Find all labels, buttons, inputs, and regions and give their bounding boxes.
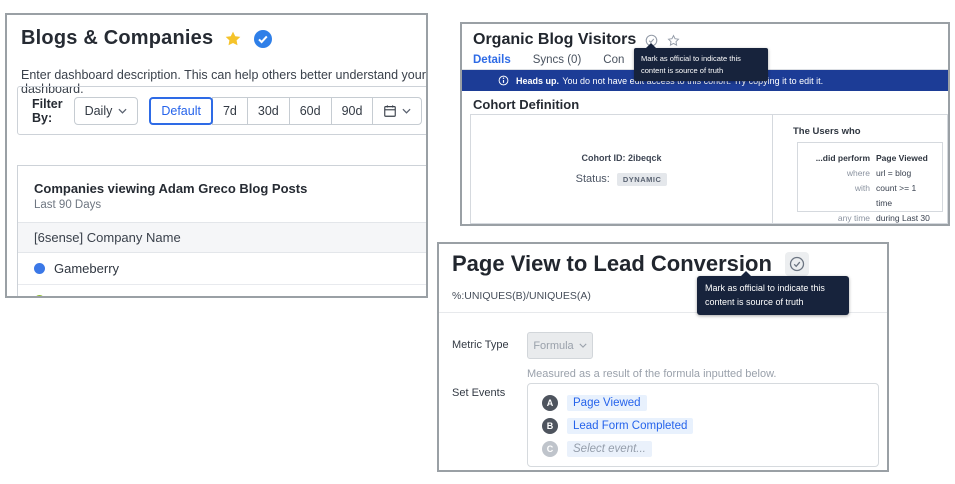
metric-type-help: Measured as a result of the formula inpu…	[527, 368, 776, 380]
range-default-button[interactable]: Default	[149, 97, 213, 125]
rule-label: ...did perform	[798, 151, 870, 166]
status-badge: DYNAMIC	[617, 173, 668, 186]
event-select[interactable]: Lead Form Completed	[567, 418, 693, 434]
cohort-definition-heading: Cohort Definition	[473, 97, 579, 112]
interval-value: Daily	[85, 104, 113, 118]
rule-row: any time during Last 30 days	[798, 211, 932, 226]
banner-lead: Heads up.	[516, 76, 559, 86]
metric-formula: %:UNIQUES(B)/UNIQUES(A)	[452, 290, 591, 302]
event-row: C Select event...	[542, 441, 878, 457]
table-column-header: [6sense] Company Name	[18, 222, 428, 253]
rules-box: ...did perform Page Viewed where url = b…	[797, 142, 943, 212]
event-letter-badge: B	[542, 418, 558, 434]
rule-row: ...did perform Page Viewed	[798, 151, 932, 166]
dashboard-header: Blogs & Companies	[21, 27, 273, 50]
company-name: AB180	[54, 293, 93, 298]
event-row: B Lead Form Completed	[542, 418, 878, 434]
cohort-rules: The Users who ...did perform Page Viewed…	[773, 115, 947, 223]
calendar-icon	[383, 104, 397, 118]
metric-title: Page View to Lead Conversion	[452, 251, 772, 277]
event-letter-badge: C	[542, 441, 558, 457]
dashboard-panel: Blogs & Companies Enter dashboard descri…	[5, 13, 428, 298]
metric-type-dropdown[interactable]: Formula	[527, 332, 593, 359]
metric-panel: Page View to Lead Conversion %:UNIQUES(B…	[437, 242, 889, 472]
filter-by-label: Filter By:	[32, 97, 63, 125]
set-events-label: Set Events	[452, 387, 505, 399]
range-30d-button[interactable]: 30d	[247, 97, 290, 125]
company-name: Gameberry	[54, 261, 119, 276]
series-dot	[34, 295, 45, 298]
cohort-meta: Cohort ID: 2ibeqck Status: DYNAMIC	[471, 115, 773, 223]
date-range-group: Default 7d 30d 60d 90d	[149, 97, 422, 125]
chevron-down-icon	[402, 108, 411, 114]
cohort-id-value: 2ibeqck	[628, 153, 662, 163]
rule-value: url = blog	[876, 166, 932, 181]
chevron-down-icon	[579, 343, 587, 348]
chart-subtitle: Last 90 Days	[34, 199, 428, 211]
favorite-star-outline-icon[interactable]	[667, 34, 680, 47]
cohort-definition-box: Cohort ID: 2ibeqck Status: DYNAMIC The U…	[470, 114, 948, 224]
cohort-id-label: Cohort ID:	[581, 153, 625, 163]
chart-card-header: Companies viewing Adam Greco Blog Posts …	[18, 166, 428, 222]
mark-official-icon[interactable]	[785, 252, 809, 276]
verified-badge-icon	[253, 29, 273, 49]
table-row[interactable]: Gameberry	[18, 253, 428, 285]
metric-type-label: Metric Type	[452, 339, 509, 351]
rule-value: during Last 30 days	[876, 211, 932, 226]
set-events-box: A Page Viewed B Lead Form Completed C Se…	[527, 383, 879, 467]
rule-label: with	[798, 181, 870, 211]
rule-row: with count >= 1 time	[798, 181, 932, 211]
rule-row: where url = blog	[798, 166, 932, 181]
cohort-id: Cohort ID: 2ibeqck	[581, 153, 661, 163]
range-60d-button[interactable]: 60d	[289, 97, 332, 125]
range-7d-button[interactable]: 7d	[212, 97, 248, 125]
series-dot	[34, 263, 45, 274]
metric-type-value: Formula	[533, 340, 573, 352]
custom-date-button[interactable]	[372, 97, 422, 125]
interval-dropdown[interactable]: Daily	[74, 97, 139, 125]
rule-label: any time	[798, 211, 870, 226]
official-tooltip: Mark as official to indicate this conten…	[697, 276, 849, 315]
event-select-placeholder[interactable]: Select event...	[567, 441, 652, 457]
cohort-panel: Organic Blog Visitors Details Syncs (0) …	[460, 22, 950, 226]
screen: Blogs & Companies Enter dashboard descri…	[0, 0, 955, 484]
event-select[interactable]: Page Viewed	[567, 395, 647, 411]
filter-bar: Filter By: Daily Default 7d 30d 60d 90d …	[17, 86, 428, 135]
official-tooltip: Mark as official to indicate this conten…	[634, 48, 768, 81]
rule-label: where	[798, 166, 870, 181]
status-label: Status:	[576, 173, 610, 185]
cohort-title: Organic Blog Visitors	[473, 31, 636, 49]
event-letter-badge: A	[542, 395, 558, 411]
rule-value: count >= 1 time	[876, 181, 932, 211]
range-90d-button[interactable]: 90d	[331, 97, 374, 125]
table-row[interactable]: AB180	[18, 285, 428, 298]
chevron-down-icon	[118, 108, 127, 114]
favorite-star-icon[interactable]	[224, 30, 242, 48]
users-who-label: The Users who	[793, 126, 861, 137]
event-row: A Page Viewed	[542, 395, 878, 411]
dashboard-title: Blogs & Companies	[21, 27, 213, 50]
chart-card: Companies viewing Adam Greco Blog Posts …	[17, 165, 428, 298]
rule-value: Page Viewed	[876, 151, 932, 166]
chart-title: Companies viewing Adam Greco Blog Posts	[34, 181, 428, 196]
info-icon	[498, 75, 509, 86]
metric-header: Page View to Lead Conversion	[452, 251, 809, 277]
cohort-status: Status: DYNAMIC	[576, 173, 668, 186]
